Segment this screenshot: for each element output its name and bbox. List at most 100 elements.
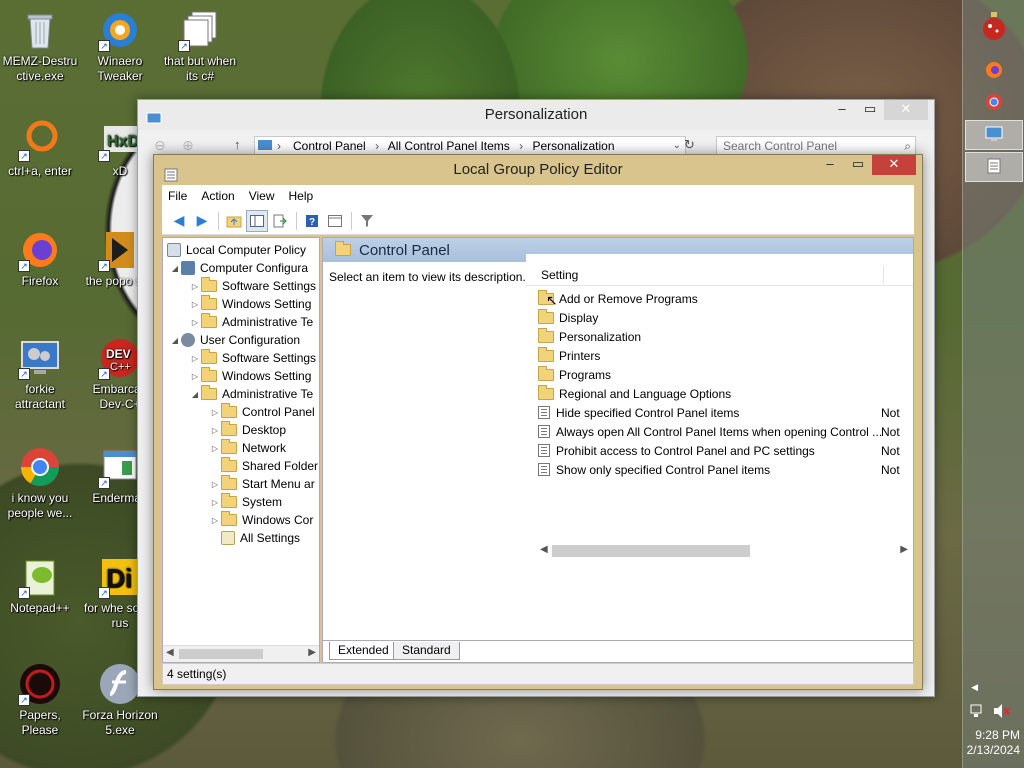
help-icon[interactable]: ? xyxy=(301,210,323,232)
list-item-folder[interactable]: Add or Remove Programs xyxy=(538,289,913,308)
minimize-button[interactable]: ‒ xyxy=(828,100,856,120)
collapsed-arrow-icon[interactable]: ▷ xyxy=(189,282,201,291)
tree-item-uc-administrative-templates[interactable]: ◢ Administrative Te xyxy=(189,385,313,403)
tree-item-network[interactable]: ▷ Network xyxy=(209,439,286,457)
show-hidden-icons-chevron[interactable]: ◀ xyxy=(971,682,978,693)
tree-item-shared-folders[interactable]: Shared Folder xyxy=(209,457,318,475)
show-hide-tree-icon[interactable] xyxy=(246,209,268,232)
tree-pane[interactable]: Local Computer Policy ◢ Computer Configu… xyxy=(162,237,320,663)
back-arrow-icon[interactable]: ◀ xyxy=(168,210,190,232)
collapsed-arrow-icon[interactable]: ▷ xyxy=(209,480,221,489)
export-list-icon[interactable] xyxy=(269,210,291,232)
scrollbar-thumb[interactable] xyxy=(552,545,750,557)
list-item-policy[interactable]: Hide specified Control Panel items Not xyxy=(538,403,913,422)
details-pane[interactable]: Control Panel Select an item to view its… xyxy=(322,237,914,641)
column-divider[interactable] xyxy=(883,266,884,284)
tree-item-user-configuration[interactable]: ◢ User Configuration xyxy=(169,331,300,349)
taskbar-ornament-button[interactable] xyxy=(965,11,1023,42)
settings-list[interactable]: Setting Add or Remove Programs Display P… xyxy=(526,254,913,624)
desktop-icon-chrome[interactable]: i know you people we... xyxy=(0,445,80,521)
tab-standard[interactable]: Standard xyxy=(393,642,460,660)
group-policy-editor-window[interactable]: Local Group Policy Editor ‒ ▭ ✕ File Act… xyxy=(153,154,923,690)
scroll-left-icon[interactable]: ◀ xyxy=(540,544,548,555)
desktop-icon-firefox[interactable]: ↗ Firefox xyxy=(0,228,80,289)
desktop-icon-csharp[interactable]: ↗ that but when its c# xyxy=(160,8,240,84)
collapsed-arrow-icon[interactable]: ▷ xyxy=(209,408,221,417)
menu-action[interactable]: Action xyxy=(201,189,234,203)
tree-item-uc-windows-settings[interactable]: ▷ Windows Setting xyxy=(189,367,311,385)
collapsed-arrow-icon[interactable]: ▷ xyxy=(189,372,201,381)
tree-item-start-menu[interactable]: ▷ Start Menu ar xyxy=(209,475,315,493)
list-item-folder[interactable]: Regional and Language Options xyxy=(538,384,913,403)
tree-item-desktop[interactable]: ▷ Desktop xyxy=(209,421,286,439)
expanded-arrow-icon[interactable]: ◢ xyxy=(169,336,181,345)
tree-item-cc-software-settings[interactable]: ▷ Software Settings xyxy=(189,277,316,295)
network-icon[interactable] xyxy=(970,704,986,721)
close-button[interactable]: ✕ xyxy=(884,100,928,120)
column-header-setting[interactable]: Setting xyxy=(526,264,913,286)
expanded-arrow-icon[interactable]: ◢ xyxy=(169,264,181,273)
personalization-titlebar[interactable]: Personalization ‒ ▭ ✕ xyxy=(138,100,934,130)
tree-item-control-panel[interactable]: ▷ Control Panel xyxy=(209,403,315,421)
desktop-icon-winaero[interactable]: ↗ Winaero Tweaker xyxy=(80,8,160,84)
taskbar-personalization-button[interactable] xyxy=(965,120,1023,150)
tree-item-windows-components[interactable]: ▷ Windows Cor xyxy=(209,511,313,529)
system-clock[interactable]: 9:28 PM 2/13/2024 xyxy=(962,728,1020,758)
minimize-button[interactable]: ‒ xyxy=(816,155,844,175)
refresh-icon[interactable]: ↻ xyxy=(684,137,695,153)
tree-item-uc-software-settings[interactable]: ▷ Software Settings xyxy=(189,349,316,367)
maximize-button[interactable]: ▭ xyxy=(856,100,884,120)
tree-item-system[interactable]: ▷ System xyxy=(209,493,282,511)
list-item-folder[interactable]: Personalization xyxy=(538,327,913,346)
desktop-icon-memz[interactable]: MEMZ-Destru ctive.exe xyxy=(0,8,80,84)
list-item-policy[interactable]: Always open All Control Panel Items when… xyxy=(538,422,913,441)
scroll-right-icon[interactable]: ▶ xyxy=(308,647,316,658)
tree-item-computer-configuration[interactable]: ◢ Computer Configura xyxy=(169,259,308,277)
desktop-icon-ctrl-a[interactable]: ↗ ctrl+a, enter xyxy=(0,118,80,179)
list-item-folder[interactable]: Display xyxy=(538,308,913,327)
collapsed-arrow-icon[interactable]: ▷ xyxy=(189,300,201,309)
menu-view[interactable]: View xyxy=(249,189,275,203)
gpe-titlebar[interactable]: Local Group Policy Editor ‒ ▭ ✕ xyxy=(154,155,922,185)
list-item-folder[interactable]: Printers xyxy=(538,346,913,365)
collapsed-arrow-icon[interactable]: ▷ xyxy=(209,516,221,525)
expanded-arrow-icon[interactable]: ◢ xyxy=(189,390,201,399)
desktop-icon-forkie[interactable]: ↗ forkie attractant xyxy=(0,336,80,412)
collapsed-arrow-icon[interactable]: ▷ xyxy=(189,318,201,327)
breadcrumb[interactable]: › Control Panel › All Control Panel Item… xyxy=(254,136,686,156)
up-folder-icon[interactable] xyxy=(223,210,245,232)
maximize-button[interactable]: ▭ xyxy=(844,155,872,175)
volume-muted-icon[interactable] xyxy=(992,703,1010,722)
collapsed-arrow-icon[interactable]: ▷ xyxy=(209,426,221,435)
breadcrumb-all-items[interactable]: All Control Panel Items xyxy=(388,139,510,153)
taskbar-chrome-button[interactable] xyxy=(965,88,1023,118)
collapsed-arrow-icon[interactable]: ▷ xyxy=(189,354,201,363)
forward-arrow-icon[interactable]: ▶ xyxy=(191,210,213,232)
scroll-left-icon[interactable]: ◀ xyxy=(166,647,174,658)
list-item-policy[interactable]: Show only specified Control Panel items … xyxy=(538,460,913,479)
tree-item-cc-windows-settings[interactable]: ▷ Windows Setting xyxy=(189,295,311,313)
collapsed-arrow-icon[interactable]: ▷ xyxy=(209,444,221,453)
breadcrumb-control-panel[interactable]: Control Panel xyxy=(293,139,366,153)
list-horizontal-scrollbar[interactable]: ◀ ▶ xyxy=(538,541,914,559)
tree-item-local-computer-policy[interactable]: Local Computer Policy xyxy=(167,241,306,259)
breadcrumb-personalization[interactable]: Personalization xyxy=(532,139,614,153)
back-arrow-icon[interactable]: ⊖ xyxy=(154,137,166,154)
menu-help[interactable]: Help xyxy=(289,189,314,203)
desktop-icon-notepadpp[interactable]: ↗ Notepad++ xyxy=(0,555,80,616)
taskbar-gpedit-button[interactable] xyxy=(965,152,1023,182)
chevron-down-icon[interactable]: ⌄ xyxy=(673,137,681,155)
menu-file[interactable]: File xyxy=(168,189,187,203)
up-arrow-icon[interactable]: ↑ xyxy=(234,137,241,152)
list-item-policy[interactable]: Prohibit access to Control Panel and PC … xyxy=(538,441,913,460)
filter-icon[interactable] xyxy=(356,210,378,232)
tree-item-all-settings[interactable]: All Settings xyxy=(209,529,300,547)
properties-icon[interactable] xyxy=(324,210,346,232)
close-button[interactable]: ✕ xyxy=(872,155,916,175)
scroll-right-icon[interactable]: ▶ xyxy=(900,544,908,555)
tree-horizontal-scrollbar[interactable]: ◀ ▶ xyxy=(163,645,319,662)
search-input[interactable]: Search Control Panel ⌕ xyxy=(716,136,916,156)
desktop-icon-papers-please[interactable]: ↗ Papers, Please xyxy=(0,662,80,738)
collapsed-arrow-icon[interactable]: ▷ xyxy=(209,498,221,507)
tab-extended[interactable]: Extended xyxy=(329,642,398,660)
